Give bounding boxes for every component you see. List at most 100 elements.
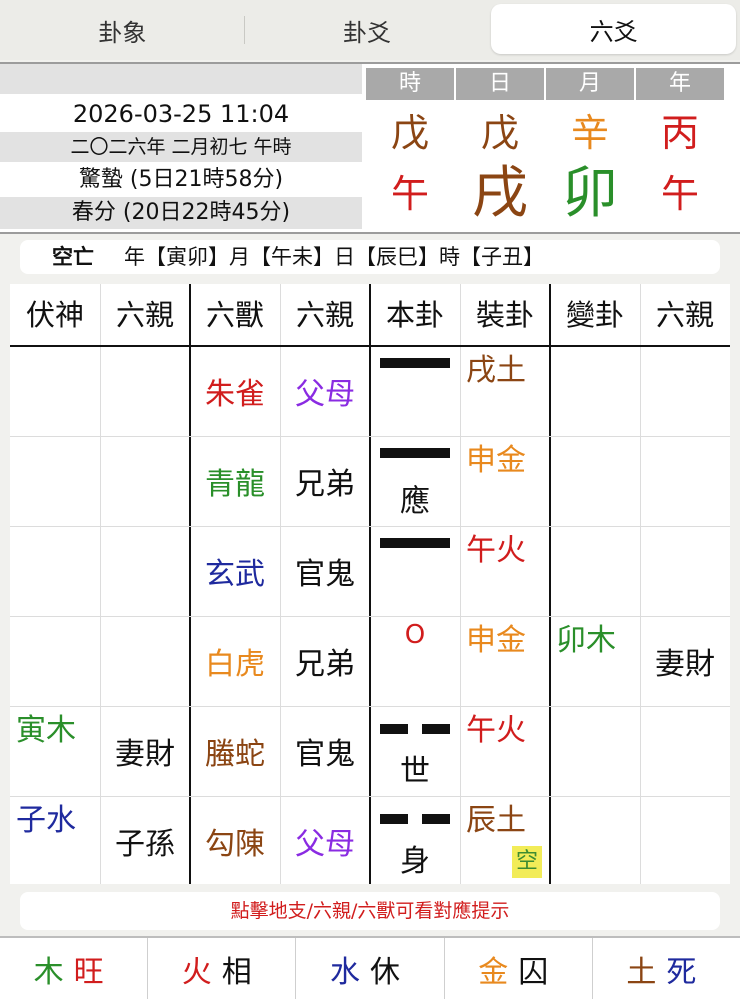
hexagram-table: 伏神 六親 六獸 六親 本卦 裝卦 變卦 六親 朱雀 父母 戌土 青龍 兄弟應申金 玄武官… xyxy=(10,284,730,884)
tab-label: 卦爻 xyxy=(343,18,391,47)
fushen-cell[interactable]: 寅木 xyxy=(10,706,100,796)
solar-term-2: 春分 (20日22時45分) xyxy=(0,197,362,229)
lunar-date: 二〇二六年 二月初七 午時 xyxy=(0,132,362,162)
biangua-cell[interactable] xyxy=(550,796,640,886)
bian-liuqin-cell[interactable] xyxy=(640,526,730,616)
grid-row-line xyxy=(10,436,730,437)
zhuanggua-cell[interactable]: 午火 xyxy=(460,526,550,616)
status-state: 休 xyxy=(370,954,410,990)
pillar-gan-year[interactable]: 丙 xyxy=(636,108,724,158)
info-panel: 2026-03-25 11:04 二〇二六年 二月初七 午時 驚蟄 (5日21時… xyxy=(0,62,740,234)
liushou-cell[interactable]: 朱雀 xyxy=(190,346,280,436)
fushen-cell[interactable] xyxy=(10,346,100,436)
status-element: 水 xyxy=(330,954,370,990)
fushen-liuqin-cell[interactable] xyxy=(100,526,190,616)
bian-liuqin-cell[interactable] xyxy=(640,706,730,796)
status-state: 死 xyxy=(666,954,707,990)
status-metal[interactable]: 金囚 xyxy=(445,938,593,999)
kongwang-label: 空亡 xyxy=(52,245,94,269)
status-element: 木 xyxy=(33,954,74,990)
biangua-cell[interactable] xyxy=(550,706,640,796)
yang-line xyxy=(380,448,450,458)
liuqin-cell[interactable]: 官鬼 xyxy=(280,706,370,796)
liushou-cell[interactable]: 勾陳 xyxy=(190,796,280,886)
grid-col-line xyxy=(369,284,371,884)
biangua-cell[interactable] xyxy=(550,346,640,436)
status-earth[interactable]: 土死 xyxy=(593,938,740,999)
kongwang-badge: 空 xyxy=(512,846,542,878)
status-fire[interactable]: 火相 xyxy=(148,938,297,999)
col-header-fushen-liuqin: 六親 xyxy=(115,298,174,332)
fushen-cell[interactable] xyxy=(10,616,100,706)
col-header-bian-liuqin: 六親 xyxy=(655,298,714,332)
liushou-cell[interactable]: 螣蛇 xyxy=(190,706,280,796)
solar-term-1: 驚蟄 (5日21時58分) xyxy=(78,167,284,192)
grid-col-line xyxy=(100,284,101,884)
pillar-zhi-month[interactable]: 卯 xyxy=(546,164,634,224)
liushou-cell[interactable]: 青龍 xyxy=(190,436,280,526)
liuqin-cell[interactable]: 官鬼 xyxy=(280,526,370,616)
bian-liuqin-cell[interactable]: 妻財 xyxy=(640,616,730,706)
liuqin-cell[interactable]: 父母 xyxy=(280,346,370,436)
date-info: 2026-03-25 11:04 二〇二六年 二月初七 午時 驚蟄 (5日21時… xyxy=(0,64,362,232)
zhuanggua-cell[interactable]: 午火 xyxy=(460,706,550,796)
status-water[interactable]: 水休 xyxy=(296,938,445,999)
pillar-zhi-year[interactable]: 午 xyxy=(636,164,724,224)
fushen-liuqin-cell[interactable] xyxy=(100,346,190,436)
grid-col-line xyxy=(189,284,191,884)
biangua-cell[interactable]: 卯木 xyxy=(550,616,640,706)
status-element: 金 xyxy=(478,954,519,990)
col-header-liushou: 六獸 xyxy=(205,298,264,332)
col-header-bengua: 本卦 xyxy=(385,298,444,332)
pillar-header-year: 年 xyxy=(636,68,724,100)
solar-datetime: 2026-03-25 11:04 xyxy=(72,100,290,128)
liushou-cell[interactable]: 玄武 xyxy=(190,526,280,616)
fushen-liuqin-cell[interactable]: 妻財 xyxy=(100,706,190,796)
bian-liuqin-cell[interactable] xyxy=(640,346,730,436)
pillar-gan-month[interactable]: 辛 xyxy=(546,108,634,158)
tab-guaxiang[interactable]: 卦象 xyxy=(0,0,245,60)
liuqin-cell[interactable]: 兄弟 xyxy=(280,436,370,526)
fushen-cell[interactable]: 子水 xyxy=(10,796,100,886)
grid-col-line xyxy=(640,284,641,884)
tab-label: 六爻 xyxy=(589,17,638,46)
fushen-liuqin-cell[interactable] xyxy=(100,616,190,706)
zhuanggua-cell[interactable]: 戌土 xyxy=(460,346,550,436)
zhuanggua-cell[interactable]: 申金 xyxy=(460,616,550,706)
biangua-cell[interactable] xyxy=(550,436,640,526)
liuqin-cell[interactable]: 父母 xyxy=(280,796,370,886)
liuqin-cell[interactable]: 兄弟 xyxy=(280,616,370,706)
fushen-cell[interactable] xyxy=(10,436,100,526)
hint-banner: 點擊地支/六親/六獸可看對應提示 xyxy=(20,892,720,930)
fushen-liuqin-cell[interactable]: 子孫 xyxy=(100,796,190,886)
grid-col-line xyxy=(280,284,281,884)
pillar-zhi-day[interactable]: 戌 xyxy=(456,164,544,224)
biangua-cell[interactable] xyxy=(550,526,640,616)
zhuanggua-cell[interactable]: 申金 xyxy=(460,436,550,526)
bian-liuqin-cell[interactable] xyxy=(640,436,730,526)
fushen-liuqin-cell[interactable] xyxy=(100,436,190,526)
pillar-header-day: 日 xyxy=(456,68,544,100)
pillar-gan-hour[interactable]: 戊 xyxy=(366,108,454,158)
fushen-cell[interactable] xyxy=(10,526,100,616)
yin-line-right xyxy=(422,814,450,824)
status-element: 土 xyxy=(626,954,667,990)
grid-col-line xyxy=(460,284,461,884)
yang-line xyxy=(380,538,450,548)
col-header-fushen: 伏神 xyxy=(25,298,84,332)
tab-liuyao[interactable]: 六爻 xyxy=(491,4,737,54)
status-element: 火 xyxy=(181,954,222,990)
col-header-biangua: 變卦 xyxy=(565,298,624,332)
tab-guayao[interactable]: 卦爻 xyxy=(245,0,490,60)
grid-col-line xyxy=(549,284,551,884)
liushou-cell[interactable]: 白虎 xyxy=(190,616,280,706)
pillar-gan-day[interactable]: 戊 xyxy=(456,108,544,158)
status-wood[interactable]: 木旺 xyxy=(0,938,149,999)
kongwang-text: 年【寅卯】月【午未】日【辰巳】時【子丑】 xyxy=(124,245,544,269)
shi-ying-mark: 應 xyxy=(400,484,430,519)
status-state: 相 xyxy=(221,954,262,990)
yang-line xyxy=(380,358,450,368)
shi-ying-mark: 世 xyxy=(400,754,430,789)
bian-liuqin-cell[interactable] xyxy=(640,796,730,886)
pillar-zhi-hour[interactable]: 午 xyxy=(366,164,454,224)
